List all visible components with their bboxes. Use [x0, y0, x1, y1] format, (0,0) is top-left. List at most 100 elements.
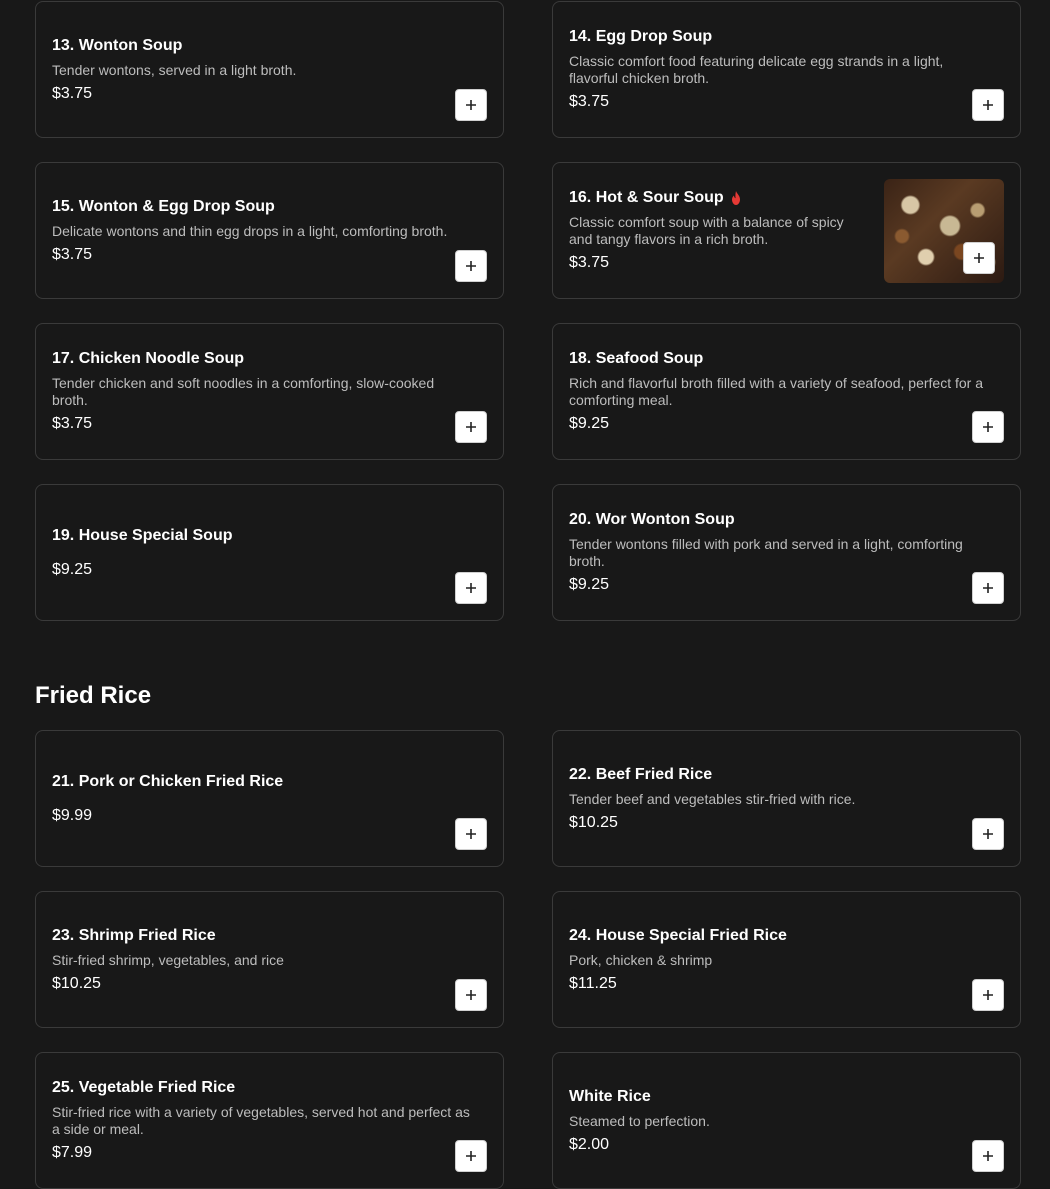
menu-item-name: 17. Chicken Noodle Soup [52, 349, 473, 369]
add-to-cart-button[interactable] [455, 89, 487, 121]
menu-item-info: 24. House Special Fried Rice Pork, chicke… [569, 892, 990, 1027]
menu-item-price: $3.75 [569, 254, 610, 271]
soup-menu-grid: 13. Wonton Soup Tender wontons, served in… [35, 1, 1021, 621]
menu-item-card[interactable]: 16. Hot & Sour Soup Classic comfort soup … [552, 162, 1021, 299]
menu-item-info: 13. Wonton Soup Tender wontons, served in… [52, 2, 473, 137]
menu-item-name-text: 24. House Special Fried Rice [569, 926, 787, 944]
plus-icon [982, 1150, 994, 1162]
plus-icon [465, 989, 477, 1001]
menu-item-card[interactable]: 21. Pork or Chicken Fried Rice $9.99 [35, 730, 504, 867]
menu-item-card[interactable]: 13. Wonton Soup Tender wontons, served in… [35, 1, 504, 138]
menu-item-card[interactable]: 24. House Special Fried Rice Pork, chicke… [552, 891, 1021, 1028]
menu-item-card[interactable]: 23. Shrimp Fried Rice Stir-fried shrimp, … [35, 891, 504, 1028]
plus-icon [465, 99, 477, 111]
plus-icon [465, 421, 477, 433]
add-to-cart-button[interactable] [972, 89, 1004, 121]
add-to-cart-button[interactable] [972, 979, 1004, 1011]
menu-item-card[interactable]: 25. Vegetable Fried Rice Stir-fried rice … [35, 1052, 504, 1189]
menu-item-info: 21. Pork or Chicken Fried Rice $9.99 [52, 731, 473, 866]
menu-item-name-text: White Rice [569, 1087, 651, 1105]
menu-item-photo[interactable] [884, 179, 1004, 283]
menu-item-card[interactable]: 20. Wor Wonton Soup Tender wontons filled… [552, 484, 1021, 621]
add-to-cart-button[interactable] [972, 572, 1004, 604]
add-to-cart-button[interactable] [972, 818, 1004, 850]
menu-item-name-text: 25. Vegetable Fried Rice [52, 1079, 236, 1096]
menu-item-info: 22. Beef Fried Rice Tender beef and veget… [569, 731, 990, 866]
menu-item-name: 19. House Special Soup [52, 526, 473, 546]
menu-item-name: 15. Wonton & Egg Drop Soup [52, 197, 473, 217]
plus-icon [982, 582, 994, 594]
plus-icon [465, 260, 477, 272]
menu-item-description: Stir-fried rice with a variety of vegeta… [52, 1104, 470, 1137]
fried-rice-menu-grid: 21. Pork or Chicken Fried Rice $9.99 22. B… [35, 730, 1021, 1189]
add-to-cart-button[interactable] [455, 1140, 487, 1172]
menu-item-name-text: 17. Chicken Noodle Soup [52, 350, 245, 367]
menu-item-info: 15. Wonton & Egg Drop Soup Delicate wonto… [52, 163, 473, 298]
menu-item-name: 22. Beef Fried Rice [569, 765, 990, 785]
menu-item-name: 23. Shrimp Fried Rice [52, 926, 473, 946]
menu-item-card[interactable]: 14. Egg Drop Soup Classic comfort food fe… [552, 1, 1021, 138]
menu-item-card[interactable]: 15. Wonton & Egg Drop Soup Delicate wonto… [35, 162, 504, 299]
menu-item-name-text: 22. Beef Fried Rice [569, 765, 713, 783]
menu-item-info: White Rice Steamed to perfection. $2.00 [569, 1053, 990, 1188]
add-to-cart-button[interactable] [972, 1140, 1004, 1172]
menu-item-name-text: 15. Wonton & Egg Drop Soup [52, 197, 275, 215]
add-to-cart-button[interactable] [455, 572, 487, 604]
menu-item-card[interactable]: 17. Chicken Noodle Soup Tender chicken an… [35, 323, 504, 460]
menu-item-name-text: 21. Pork or Chicken Fried Rice [52, 772, 284, 790]
add-to-cart-button[interactable] [455, 979, 487, 1011]
menu-item-description: Stir-fried shrimp, vegetables, and rice [52, 951, 284, 968]
menu-item-info: 20. Wor Wonton Soup Tender wontons filled… [569, 485, 990, 620]
menu-item-name: 24. House Special Fried Rice [569, 926, 990, 946]
menu-item-description: Tender wontons, served in a light broth. [52, 61, 297, 78]
menu-item-name: 16. Hot & Sour Soup [569, 188, 865, 208]
plus-icon [982, 828, 994, 840]
plus-icon [973, 252, 985, 264]
menu-item-name: 13. Wonton Soup [52, 36, 473, 56]
menu-item-price: $3.75 [52, 84, 93, 102]
menu-item-card[interactable]: 19. House Special Soup $9.25 [35, 484, 504, 621]
menu-item-card[interactable]: 22. Beef Fried Rice Tender beef and veget… [552, 730, 1021, 867]
menu-item-name: 21. Pork or Chicken Fried Rice [52, 772, 473, 792]
add-to-cart-button[interactable] [455, 818, 487, 850]
plus-icon [465, 1150, 477, 1162]
menu-item-info: 23. Shrimp Fried Rice Stir-fried shrimp, … [52, 892, 473, 1027]
menu-item-price: $9.25 [569, 415, 610, 432]
menu-item-price: $9.25 [569, 576, 610, 593]
plus-icon [982, 99, 994, 111]
menu-item-info: 18. Seafood Soup Rich and flavorful broth… [569, 324, 990, 459]
section-title-fried-rice: Fried Rice [35, 682, 152, 709]
menu-item-description: Classic comfort food featuring delicate … [569, 53, 944, 86]
menu-item-name-text: 19. House Special Soup [52, 526, 233, 544]
menu-item-price: $11.25 [569, 974, 617, 992]
menu-item-description: Pork, chicken & shrimp [569, 951, 713, 968]
menu-item-name-text: 20. Wor Wonton Soup [569, 511, 735, 528]
menu-item-price: $3.75 [52, 245, 93, 263]
menu-item-name-text: 13. Wonton Soup [52, 36, 183, 54]
menu-item-price: $3.75 [52, 415, 93, 432]
menu-item-price: $3.75 [569, 93, 610, 110]
add-to-cart-button[interactable] [972, 411, 1004, 443]
menu-item-name-text: 18. Seafood Soup [569, 350, 704, 367]
menu-item-info: 16. Hot & Sour Soup Classic comfort soup … [569, 163, 865, 298]
menu-item-price: $10.25 [52, 974, 101, 992]
menu-item-description: Classic comfort soup with a balance of s… [569, 214, 844, 247]
menu-item-card[interactable]: 18. Seafood Soup Rich and flavorful broth… [552, 323, 1021, 460]
menu-item-price: $9.99 [52, 806, 93, 824]
menu-item-description: Tender chicken and soft noodles in a com… [52, 375, 435, 408]
menu-item-name-text: 14. Egg Drop Soup [569, 28, 713, 45]
add-to-cart-button[interactable] [963, 242, 995, 274]
spicy-fire-icon [730, 191, 742, 205]
menu-item-price: $9.25 [52, 560, 93, 578]
add-to-cart-button[interactable] [455, 411, 487, 443]
menu-item-description: Steamed to perfection. [569, 1112, 710, 1129]
menu-item-info: 14. Egg Drop Soup Classic comfort food fe… [569, 2, 990, 137]
menu-item-info: 25. Vegetable Fried Rice Stir-fried rice … [52, 1053, 473, 1188]
plus-icon [982, 421, 994, 433]
add-to-cart-button[interactable] [455, 250, 487, 282]
menu-item-description: Delicate wontons and thin egg drops in a… [52, 222, 448, 239]
menu-item-description: Tender beef and vegetables stir-fried wi… [569, 790, 856, 807]
plus-icon [982, 989, 994, 1001]
menu-item-card[interactable]: White Rice Steamed to perfection. $2.00 [552, 1052, 1021, 1189]
menu-item-name: 18. Seafood Soup [569, 349, 990, 369]
